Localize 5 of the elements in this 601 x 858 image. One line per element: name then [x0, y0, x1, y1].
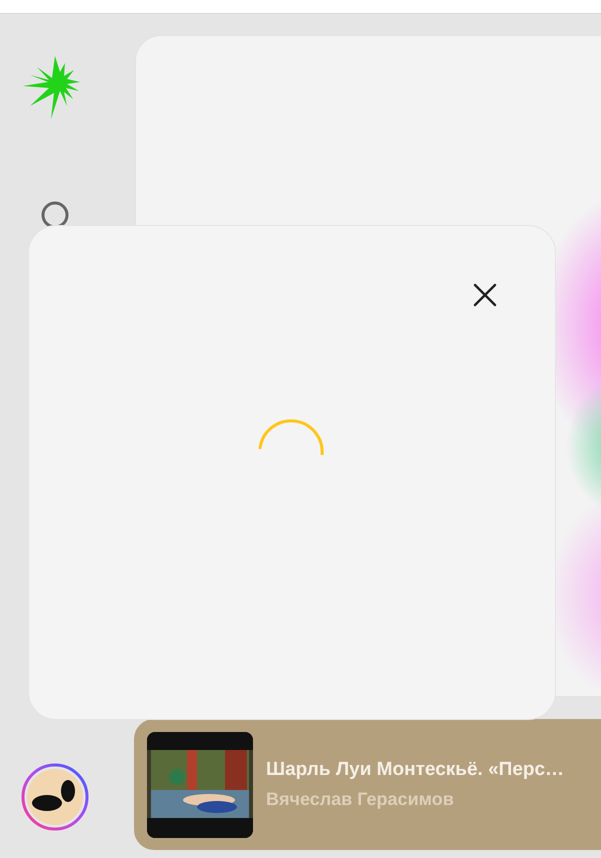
user-avatar[interactable] — [20, 763, 88, 831]
player-bar[interactable]: Шарль Луи Монтескьё. «Перс… Вячеслав Герасимов — [134, 719, 601, 850]
track-title: Шарль Луи Монтескьё. «Перс… — [266, 759, 564, 781]
track-artist: Вячеслав Герасимов — [266, 789, 455, 810]
close-icon — [473, 283, 497, 307]
